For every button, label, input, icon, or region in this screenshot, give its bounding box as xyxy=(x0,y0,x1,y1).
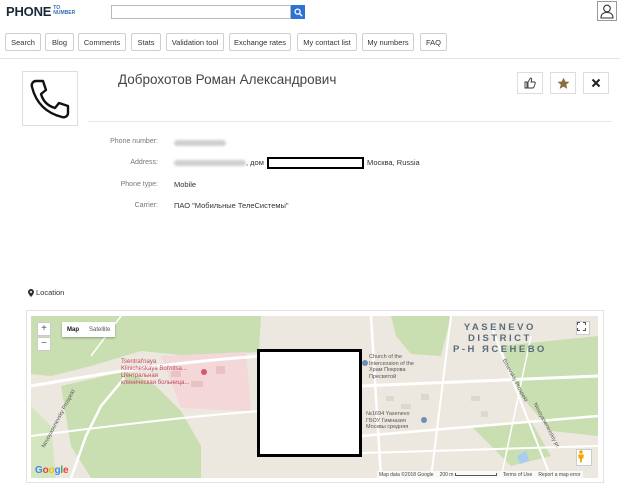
phone-number-value xyxy=(174,138,226,147)
close-icon xyxy=(591,78,601,88)
school-label: №1694 Yasenevo ГБОУ Гимназия Москвы сред… xyxy=(366,411,410,431)
fullscreen-icon xyxy=(577,322,586,331)
street-view-pegman[interactable] xyxy=(576,449,592,466)
nav-my-numbers[interactable]: My numbers xyxy=(362,33,414,51)
logo-text: PHONE xyxy=(6,4,52,19)
blurred-street xyxy=(174,160,246,167)
favorite-button[interactable] xyxy=(550,72,576,94)
scale-bar xyxy=(454,473,497,477)
zoom-in-button[interactable]: + xyxy=(37,322,51,336)
avatar xyxy=(22,71,78,126)
hospital-line-4: клиническая больница... xyxy=(121,380,190,386)
phone-number-label: Phone number: xyxy=(110,138,158,145)
map-type-control: Map Satellite xyxy=(62,322,116,337)
hospital-line-2: Klinicheskaya Bol'nitsa... xyxy=(121,366,187,372)
location-heading: Location xyxy=(28,288,64,297)
district-line-1: YASENEVO xyxy=(463,322,536,333)
nav-faq[interactable]: FAQ xyxy=(420,33,447,51)
district-line-3: Р-Н ЯСЕНЕВО xyxy=(453,344,547,355)
carrier-label: Carrier: xyxy=(134,202,158,209)
site-logo[interactable]: PHONE TO NUMBER xyxy=(6,5,75,21)
map-type-map[interactable]: Map xyxy=(62,322,84,337)
map-redaction-box xyxy=(257,349,362,457)
district-label: YASENEVO DISTRICT Р-Н ЯСЕНЕВО xyxy=(453,322,547,355)
zoom-out-button[interactable]: − xyxy=(37,337,51,351)
pegman-icon xyxy=(578,450,584,463)
phone-icon xyxy=(30,79,70,118)
address-house: , дом xyxy=(246,158,264,167)
church-label: Church of the Intercession of the Храм П… xyxy=(369,354,414,380)
user-account-button[interactable] xyxy=(597,1,617,21)
school-line-1: №1694 Yasenevo xyxy=(366,411,410,417)
carrier-value: ПАО "Мобильные ТелеСистемы" xyxy=(174,201,289,210)
star-icon xyxy=(557,77,569,89)
like-button[interactable] xyxy=(517,72,543,94)
map-scale: 200 m xyxy=(440,472,497,478)
contact-name: Доброхотов Роман Александрович xyxy=(118,72,337,87)
map-data-attribution[interactable]: Map data ©2018 Google xyxy=(379,472,434,478)
address-value: , дом xyxy=(174,158,264,167)
logo-number: NUMBER xyxy=(53,10,76,16)
hospital-line-3: Центральная xyxy=(121,373,159,379)
hospital-line-1: Tsentral'naya xyxy=(121,359,157,365)
district-line-2: DISTRICT xyxy=(467,333,532,344)
search-input[interactable] xyxy=(111,5,291,19)
map-attribution-bar: Map data ©2018 Google 200 m Terms of Use… xyxy=(377,471,583,478)
school-line-3: Москвы средняя xyxy=(366,424,409,430)
nav-search[interactable]: Search xyxy=(5,33,41,51)
map-scale-label: 200 m xyxy=(439,472,454,478)
google-logo[interactable]: Google xyxy=(35,465,69,476)
address-label: Address: xyxy=(130,159,158,166)
user-icon xyxy=(600,4,614,19)
map-marker-icon xyxy=(28,288,34,297)
search-icon xyxy=(293,7,303,17)
redaction-box xyxy=(267,157,364,169)
blurred-phone-number xyxy=(174,140,226,147)
location-title: Location xyxy=(36,288,65,297)
location-map[interactable]: + − Map Satellite YASENEVO DISTRICT Р-Н … xyxy=(31,316,598,478)
map-report-error-link[interactable]: Report a map error xyxy=(538,472,580,478)
search-button[interactable] xyxy=(291,5,305,19)
church-line-4: Пресвятой xyxy=(369,373,397,380)
nav-stats[interactable]: Stats xyxy=(131,33,161,51)
phone-type-label: Phone type: xyxy=(120,181,158,188)
nav-comments[interactable]: Comments xyxy=(78,33,126,51)
thumbs-up-icon xyxy=(524,77,536,89)
nav-blog[interactable]: Blog xyxy=(45,33,74,51)
map-type-satellite[interactable]: Satellite xyxy=(84,322,115,337)
header: PHONE TO NUMBER xyxy=(0,0,620,26)
nav-validation-tool[interactable]: Validation tool xyxy=(166,33,224,51)
map-terms-link[interactable]: Terms of Use xyxy=(503,472,532,478)
phone-type-value: Mobile xyxy=(174,180,197,189)
main-nav: Search Blog Comments Stats Validation to… xyxy=(0,33,620,53)
profile-divider xyxy=(88,121,612,122)
nav-my-contact-list[interactable]: My contact list xyxy=(297,33,357,51)
fullscreen-button[interactable] xyxy=(576,321,590,335)
address-city: Москва, Russia xyxy=(367,158,420,167)
logo-subtext: TO NUMBER xyxy=(53,6,75,16)
nav-exchange-rates[interactable]: Exchange rates xyxy=(229,33,291,51)
nav-divider xyxy=(0,58,620,59)
remove-button[interactable] xyxy=(583,72,609,94)
hospital-label: Tsentral'naya Klinicheskaya Bol'nitsa...… xyxy=(121,359,189,387)
